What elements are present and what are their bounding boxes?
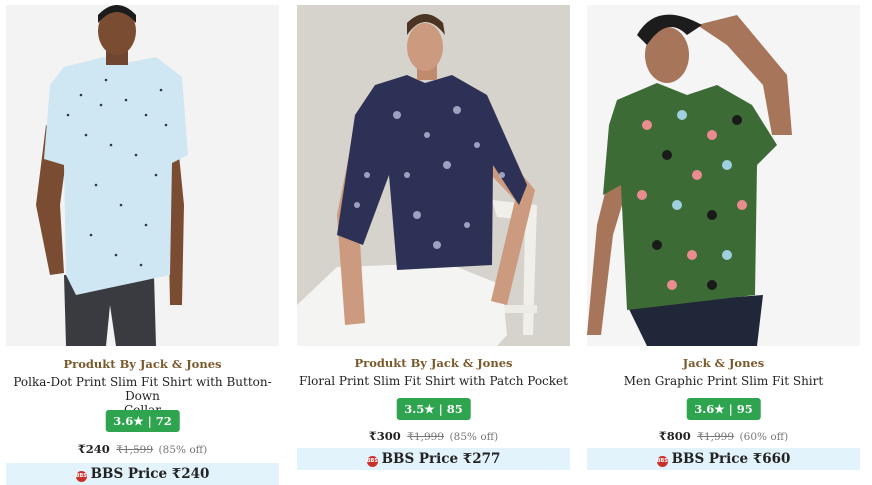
product-grid: Produkt By Jack & Jones Polka-Dot Print … xyxy=(0,0,872,485)
product-title-line[interactable]: Men Graphic Print Slim Fit Shirt xyxy=(624,374,823,388)
product-image[interactable] xyxy=(6,5,279,346)
product-title-line[interactable]: Floral Print Slim Fit Shirt with Patch P… xyxy=(299,374,568,388)
rating-value: 3.6 xyxy=(694,402,715,416)
bbs-price-banner: BBS BBS Price ₹240 xyxy=(6,463,279,485)
product-image[interactable] xyxy=(297,5,570,346)
rating-separator: | xyxy=(147,414,152,428)
discount-label: (85% off) xyxy=(449,431,499,443)
rating-badge: 3.6★ | 72 xyxy=(105,410,180,432)
review-count: 95 xyxy=(736,402,753,416)
discount-label: (85% off) xyxy=(158,444,208,456)
product-title-line[interactable]: Polka-Dot Print Slim Fit Shirt with Butt… xyxy=(13,375,271,403)
review-count: 85 xyxy=(446,402,463,416)
rating-badge: 3.5★ | 85 xyxy=(396,398,471,420)
product-image[interactable] xyxy=(587,5,860,346)
selling-price: ₹300 xyxy=(368,429,401,443)
bbs-logo-icon: BBS xyxy=(656,456,668,467)
rating-separator: | xyxy=(438,402,443,416)
rating-value: 3.6 xyxy=(113,414,134,428)
original-price: ₹1,999 xyxy=(407,431,445,443)
product-card[interactable]: Jack & Jones Men Graphic Print Slim Fit … xyxy=(587,5,860,477)
bbs-price-banner: BBS BBS Price ₹277 xyxy=(297,448,570,470)
product-title[interactable]: Floral Print Slim Fit Shirt with Patch P… xyxy=(297,374,570,388)
star-icon: ★ xyxy=(714,402,725,416)
bbs-price-banner: BBS BBS Price ₹660 xyxy=(587,448,860,470)
original-price: ₹1,999 xyxy=(697,431,735,443)
product-card[interactable]: Produkt By Jack & Jones Polka-Dot Print … xyxy=(6,5,279,485)
product-title[interactable]: Men Graphic Print Slim Fit Shirt xyxy=(587,374,860,388)
product-brand[interactable]: Produkt By Jack & Jones xyxy=(6,357,279,371)
rating-separator: | xyxy=(728,402,733,416)
rating-badge: 3.6★ | 95 xyxy=(686,398,761,420)
bbs-price: BBS Price ₹240 xyxy=(90,466,210,482)
price-row: ₹800 ₹1,999 (60% off) xyxy=(587,429,860,443)
original-price: ₹1,599 xyxy=(116,444,154,456)
bbs-logo-icon: BBS xyxy=(366,456,378,467)
review-count: 72 xyxy=(155,414,172,428)
star-icon: ★ xyxy=(424,402,435,416)
price-row: ₹240 ₹1,599 (85% off) xyxy=(6,442,279,456)
discount-label: (60% off) xyxy=(739,431,789,443)
bbs-price: BBS Price ₹277 xyxy=(381,451,501,467)
bbs-price: BBS Price ₹660 xyxy=(671,451,791,467)
product-brand[interactable]: Jack & Jones xyxy=(587,356,860,370)
selling-price: ₹800 xyxy=(658,429,691,443)
rating-value: 3.5 xyxy=(404,402,425,416)
product-brand[interactable]: Produkt By Jack & Jones xyxy=(297,356,570,370)
product-card[interactable]: Produkt By Jack & Jones Floral Print Sli… xyxy=(297,5,570,477)
star-icon: ★ xyxy=(133,414,144,428)
selling-price: ₹240 xyxy=(77,442,110,456)
price-row: ₹300 ₹1,999 (85% off) xyxy=(297,429,570,443)
